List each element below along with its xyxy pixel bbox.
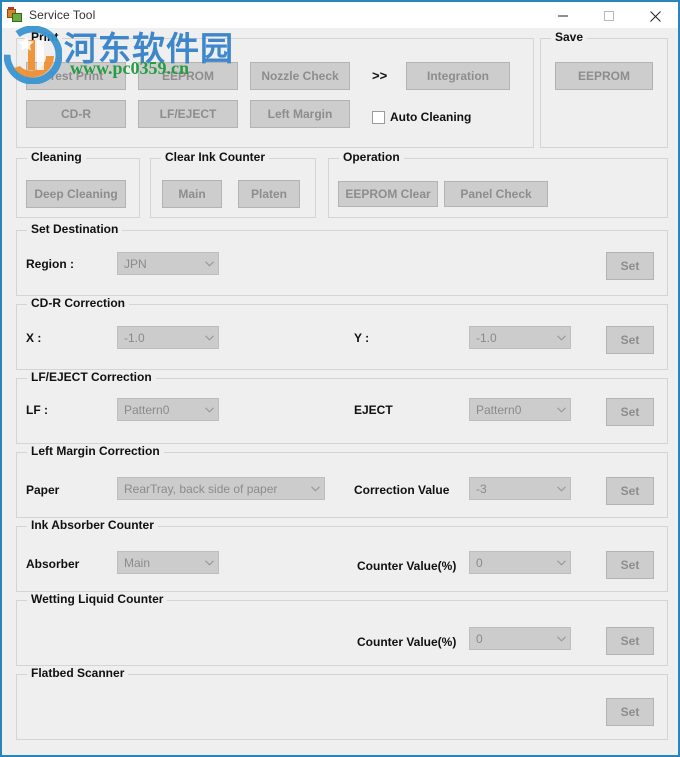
integration-button[interactable]: Integration: [406, 62, 510, 90]
nozzle-check-button[interactable]: Nozzle Check: [250, 62, 350, 90]
eeprom-clear-button[interactable]: EEPROM Clear: [338, 181, 438, 207]
ink-counter-value-combobox-value: 0: [476, 555, 483, 570]
paper-label: Paper: [26, 483, 60, 497]
ink-absorber-counter-label: Ink Absorber Counter: [27, 519, 158, 532]
cdr-x-label: X :: [26, 331, 42, 345]
cdr-x-combobox-value: -1.0: [124, 330, 145, 345]
deep-cleaning-button[interactable]: Deep Cleaning: [26, 180, 126, 208]
flatbed-scanner-label: Flatbed Scanner: [27, 667, 129, 680]
wetting-counter-value-label: Counter Value(%): [357, 635, 457, 649]
cdr-x-combobox[interactable]: -1.0: [117, 326, 219, 349]
service-tool-window: Service Tool 河东软件园 www.pc0359.cn Print T…: [0, 0, 680, 757]
cdr-correction-set-button[interactable]: Set: [606, 326, 654, 354]
flatbed-scanner-group: Flatbed Scanner: [16, 667, 668, 740]
paper-combobox[interactable]: RearTray, back side of paper: [117, 477, 325, 500]
lf-eject-correction-label: LF/EJECT Correction: [27, 371, 156, 384]
lf-label: LF :: [26, 403, 48, 417]
chevron-down-icon: [201, 260, 218, 267]
ink-absorber-set-button[interactable]: Set: [606, 551, 654, 579]
chevron-down-icon: [553, 406, 570, 413]
wetting-liquid-counter-label: Wetting Liquid Counter: [27, 593, 168, 606]
maximize-icon[interactable]: [586, 2, 632, 30]
wetting-counter-value-combobox[interactable]: 0: [469, 627, 571, 650]
chevron-down-icon: [553, 559, 570, 566]
left-margin-correction-label: Left Margin Correction: [27, 445, 164, 458]
chevron-down-icon: [201, 559, 218, 566]
correction-value-combobox[interactable]: -3: [469, 477, 571, 500]
cleaning-group-label: Cleaning: [27, 151, 86, 164]
auto-cleaning-checkbox[interactable]: [372, 110, 385, 124]
correction-value-combobox-value: -3: [476, 481, 487, 496]
print-arrow-separator: >>: [372, 68, 388, 83]
chevron-down-icon: [307, 485, 324, 492]
left-margin-button[interactable]: Left Margin: [250, 100, 350, 128]
absorber-combobox-value: Main: [124, 555, 151, 570]
close-icon[interactable]: [632, 2, 678, 30]
test-print-button[interactable]: Test Print: [26, 62, 126, 90]
lf-combobox[interactable]: Pattern0: [117, 398, 219, 421]
flatbed-scanner-set-button[interactable]: Set: [606, 698, 654, 726]
print-group-label: Print: [27, 31, 63, 44]
minimize-icon[interactable]: [540, 2, 586, 30]
cdr-y-combobox[interactable]: -1.0: [469, 326, 571, 349]
chevron-down-icon: [201, 406, 218, 413]
set-destination-group: Set Destination: [16, 223, 668, 296]
chevron-down-icon: [201, 334, 218, 341]
window-controls: [540, 2, 678, 30]
chevron-down-icon: [553, 334, 570, 341]
print-group: Print: [16, 31, 534, 148]
auto-cleaning-label: Auto Cleaning: [390, 110, 472, 124]
correction-value-label: Correction Value: [354, 483, 450, 497]
wetting-liquid-set-button[interactable]: Set: [606, 627, 654, 655]
region-combobox-value: JPN: [124, 256, 147, 271]
eject-label: EJECT: [354, 403, 393, 417]
cdr-button[interactable]: CD-R: [26, 100, 126, 128]
save-group-label: Save: [551, 31, 588, 44]
eeprom-print-button[interactable]: EEPROM: [138, 62, 238, 90]
save-group: Save: [540, 31, 668, 148]
paper-combobox-value: RearTray, back side of paper: [124, 481, 278, 496]
app-icon: [7, 7, 23, 23]
wetting-counter-value-combobox-value: 0: [476, 631, 483, 646]
left-margin-set-button[interactable]: Set: [606, 477, 654, 505]
clear-ink-counter-group-label: Clear Ink Counter: [161, 151, 270, 164]
lf-eject-set-button[interactable]: Set: [606, 398, 654, 426]
ink-counter-value-label: Counter Value(%): [357, 559, 457, 573]
cdr-y-combobox-value: -1.0: [476, 330, 497, 345]
save-eeprom-button[interactable]: EEPROM: [555, 62, 653, 90]
set-destination-label: Set Destination: [27, 223, 123, 236]
ink-counter-value-combobox[interactable]: 0: [469, 551, 571, 574]
absorber-combobox[interactable]: Main: [117, 551, 219, 574]
lf-eject-button[interactable]: LF/EJECT: [138, 100, 238, 128]
region-combobox[interactable]: JPN: [117, 252, 219, 275]
clear-ink-main-button[interactable]: Main: [162, 180, 222, 208]
chevron-down-icon: [553, 635, 570, 642]
eject-combobox[interactable]: Pattern0: [469, 398, 571, 421]
panel-check-button[interactable]: Panel Check: [444, 181, 548, 207]
chevron-down-icon: [553, 485, 570, 492]
lf-combobox-value: Pattern0: [124, 402, 170, 417]
cdr-correction-label: CD-R Correction: [27, 297, 130, 310]
eject-combobox-value: Pattern0: [476, 402, 522, 417]
title-bar: Service Tool: [2, 0, 678, 28]
region-label: Region :: [26, 257, 74, 271]
set-destination-set-button[interactable]: Set: [606, 252, 654, 280]
auto-cleaning-checkbox-row[interactable]: Auto Cleaning: [372, 110, 471, 124]
clear-ink-platen-button[interactable]: Platen: [238, 180, 300, 208]
window-title: Service Tool: [29, 8, 96, 22]
absorber-label: Absorber: [26, 557, 80, 571]
cdr-y-label: Y :: [354, 331, 370, 345]
operation-group-label: Operation: [339, 151, 404, 164]
